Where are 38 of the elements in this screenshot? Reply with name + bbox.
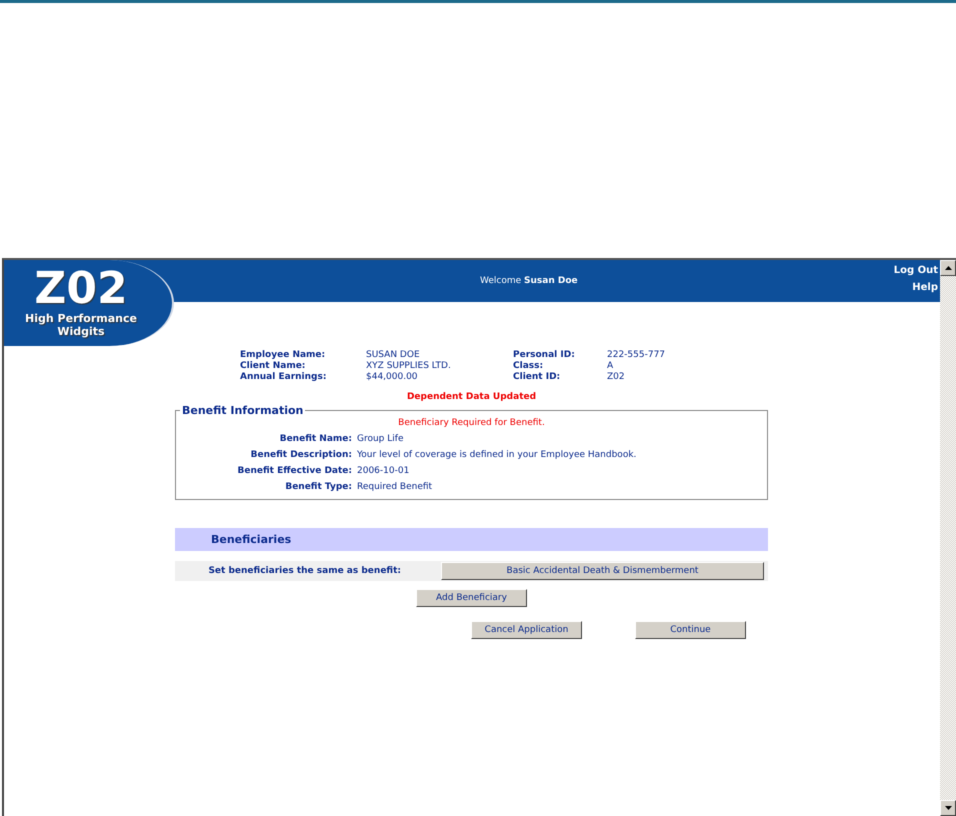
field-value: A bbox=[607, 361, 614, 372]
field-label: Annual Earnings: bbox=[240, 372, 328, 383]
field-value: SUSAN DOE bbox=[366, 350, 421, 361]
field-label: Client ID: bbox=[513, 372, 562, 383]
add-beneficiary-button[interactable]: Add Beneficiary bbox=[416, 589, 527, 607]
field-label: Class: bbox=[513, 361, 544, 372]
field-label: Client Name: bbox=[240, 361, 306, 372]
field-label: Benefit Name: bbox=[278, 433, 353, 446]
field-value: Z02 bbox=[607, 372, 626, 383]
benefit-button[interactable]: Basic Accidental Death & Dismemberment bbox=[441, 562, 764, 580]
scrollbar[interactable] bbox=[940, 260, 956, 816]
field-label: Benefit Effective Date: bbox=[236, 465, 353, 478]
field-value: 222-555-777 bbox=[607, 350, 666, 361]
field-label: Benefit Description: bbox=[250, 449, 353, 462]
panel-legend: Benefit Information bbox=[180, 404, 306, 417]
section-title: Beneficiaries bbox=[211, 533, 292, 546]
scroll-down-button[interactable] bbox=[940, 800, 956, 816]
header-link[interactable]: Help bbox=[912, 282, 938, 293]
up-arrow-icon bbox=[944, 266, 952, 270]
field-value: Group Life bbox=[357, 433, 404, 446]
field-value: Your level of coverage is defined in your Employee Handbook. bbox=[357, 449, 636, 462]
field-label: Benefit Type: bbox=[284, 481, 353, 494]
down-arrow-icon bbox=[944, 806, 952, 810]
field-value: Required Benefit bbox=[357, 481, 432, 494]
warning-message: Beneficiary Required for Benefit. bbox=[397, 417, 546, 430]
welcome-text: Welcome Susan Doe bbox=[480, 276, 578, 286]
field-value: 2006-10-01 bbox=[357, 465, 410, 478]
status-message: Dependent Data Updated bbox=[406, 392, 538, 402]
scroll-up-button[interactable] bbox=[940, 260, 956, 276]
action-button[interactable]: Cancel Application bbox=[471, 621, 582, 639]
logo: Z02 High Performance Widgits bbox=[4, 260, 174, 346]
field-value: $44,000.00 bbox=[366, 372, 419, 383]
header-link[interactable]: Log Out bbox=[894, 265, 938, 276]
field-label: Employee Name: bbox=[240, 350, 326, 361]
field-label: Personal ID: bbox=[513, 350, 576, 361]
action-button[interactable]: Continue bbox=[635, 621, 746, 639]
option-label: Set beneficiaries the same as benefit: bbox=[207, 566, 401, 576]
field-value: XYZ SUPPLIES LTD. bbox=[366, 361, 452, 372]
